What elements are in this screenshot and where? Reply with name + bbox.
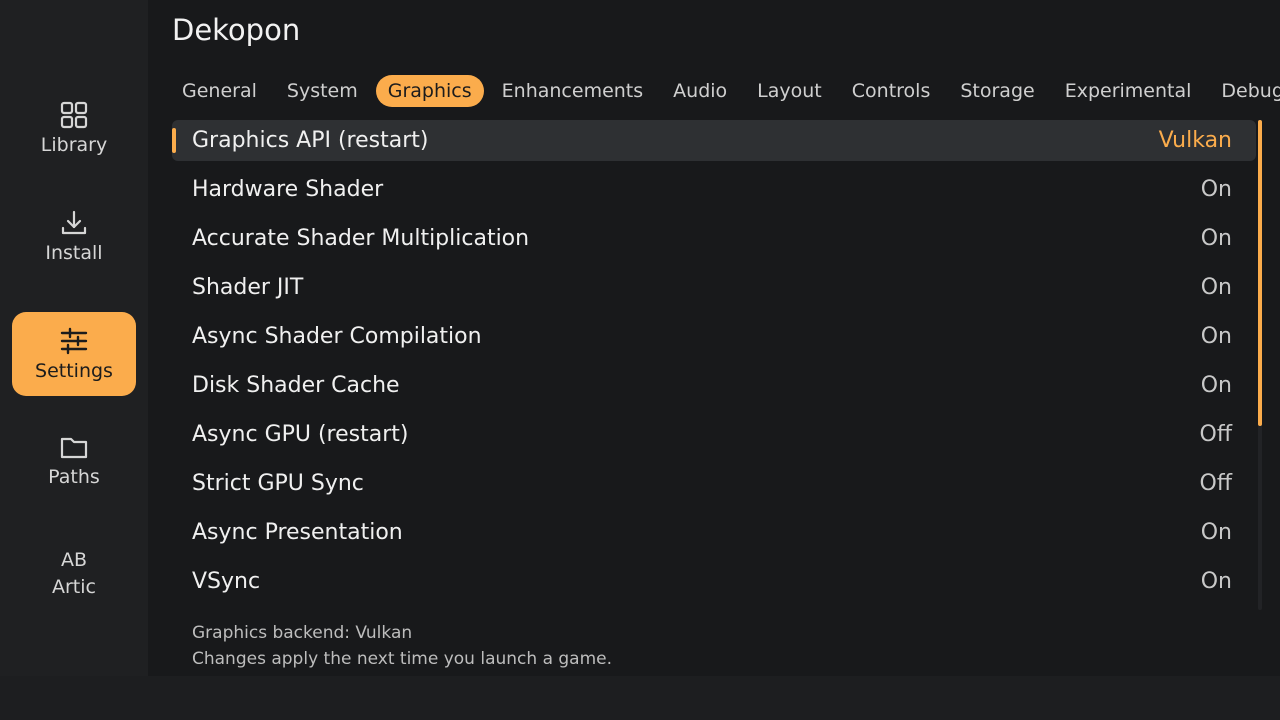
setting-label: Async Presentation [192, 520, 403, 545]
setting-row-vsync[interactable]: VSync On [172, 561, 1256, 602]
setting-value: Off [1199, 471, 1232, 496]
grid-icon [58, 99, 90, 131]
sidebar-item-label: Paths [48, 466, 100, 488]
setting-value: On [1200, 177, 1232, 202]
tab-debug[interactable]: Debug [1209, 75, 1280, 107]
setting-row-shader-jit[interactable]: Shader JIT On [172, 267, 1256, 308]
tab-general[interactable]: General [170, 75, 269, 107]
sidebar-item-label: Library [40, 134, 108, 156]
sidebar-item-library[interactable]: Library [12, 86, 136, 170]
scrollbar-thumb[interactable] [1258, 120, 1262, 426]
tab-system[interactable]: System [275, 75, 370, 107]
setting-label: Async Shader Compilation [192, 324, 482, 349]
setting-value: On [1200, 569, 1232, 594]
tab-controls[interactable]: Controls [840, 75, 943, 107]
tab-storage[interactable]: Storage [948, 75, 1046, 107]
tab-experimental[interactable]: Experimental [1053, 75, 1204, 107]
setting-row-graphics-api[interactable]: Graphics API (restart) Vulkan [172, 120, 1256, 161]
setting-row-accurate-shader-multiplication[interactable]: Accurate Shader Multiplication On [172, 218, 1256, 259]
setting-value: On [1200, 275, 1232, 300]
setting-label: Disk Shader Cache [192, 373, 400, 398]
page-title: Dekopon [172, 13, 301, 47]
description-line: Graphics backend: Vulkan [192, 623, 413, 643]
sidebar-item-paths[interactable]: Paths [12, 418, 136, 502]
app-window: Library Install Settings Paths AB Artic … [0, 0, 1280, 720]
setting-label: Shader JIT [192, 275, 304, 300]
setting-description: Graphics backend: Vulkan Changes apply t… [192, 620, 612, 672]
setting-row-strict-gpu-sync[interactable]: Strict GPU Sync Off [172, 463, 1256, 504]
sidebar-item-label: Settings [35, 360, 113, 382]
description-line: Changes apply the next time you launch a… [192, 649, 613, 669]
setting-row-async-gpu[interactable]: Async GPU (restart) Off [172, 414, 1256, 455]
setting-value: On [1200, 324, 1232, 349]
sidebar-item-label: Artic [52, 576, 96, 598]
sidebar-item-install[interactable]: Install [12, 194, 136, 278]
setting-label: VSync [192, 569, 261, 594]
sidebar-item-settings[interactable]: Settings [12, 312, 136, 396]
settings-list: Graphics API (restart) Vulkan Hardware S… [172, 120, 1256, 610]
setting-label: Hardware Shader [192, 177, 384, 202]
main-panel: Dekopon General System Graphics Enhancem… [148, 0, 1280, 676]
setting-label: Async GPU (restart) [192, 422, 409, 447]
tab-graphics[interactable]: Graphics [375, 75, 484, 107]
ab-icon: AB [60, 549, 88, 571]
setting-row-async-shader-compilation[interactable]: Async Shader Compilation On [172, 316, 1256, 357]
tab-layout[interactable]: Layout [745, 75, 834, 107]
folder-icon [58, 431, 90, 463]
tab-enhancements[interactable]: Enhancements [490, 75, 656, 107]
sidebar-item-artic[interactable]: AB Artic [12, 530, 136, 614]
sliders-icon [58, 325, 90, 357]
setting-value: On [1200, 373, 1232, 398]
setting-label: Accurate Shader Multiplication [192, 226, 530, 251]
setting-value: Vulkan [1158, 128, 1232, 153]
sidebar: Library Install Settings Paths AB Artic [0, 0, 148, 676]
setting-row-hardware-shader[interactable]: Hardware Shader On [172, 169, 1256, 210]
download-icon [58, 207, 90, 239]
setting-value: On [1200, 226, 1232, 251]
setting-value: Off [1199, 422, 1232, 447]
setting-row-disk-shader-cache[interactable]: Disk Shader Cache On [172, 365, 1256, 406]
tab-bar: General System Graphics Enhancements Aud… [170, 74, 1280, 108]
setting-row-async-presentation[interactable]: Async Presentation On [172, 512, 1256, 553]
tab-audio[interactable]: Audio [661, 75, 739, 107]
scrollbar[interactable] [1258, 120, 1262, 610]
bottom-bar [0, 676, 1280, 720]
setting-label: Graphics API (restart) [192, 128, 429, 153]
sidebar-item-label: Install [45, 242, 103, 264]
setting-label: Strict GPU Sync [192, 471, 364, 496]
setting-value: On [1200, 520, 1232, 545]
